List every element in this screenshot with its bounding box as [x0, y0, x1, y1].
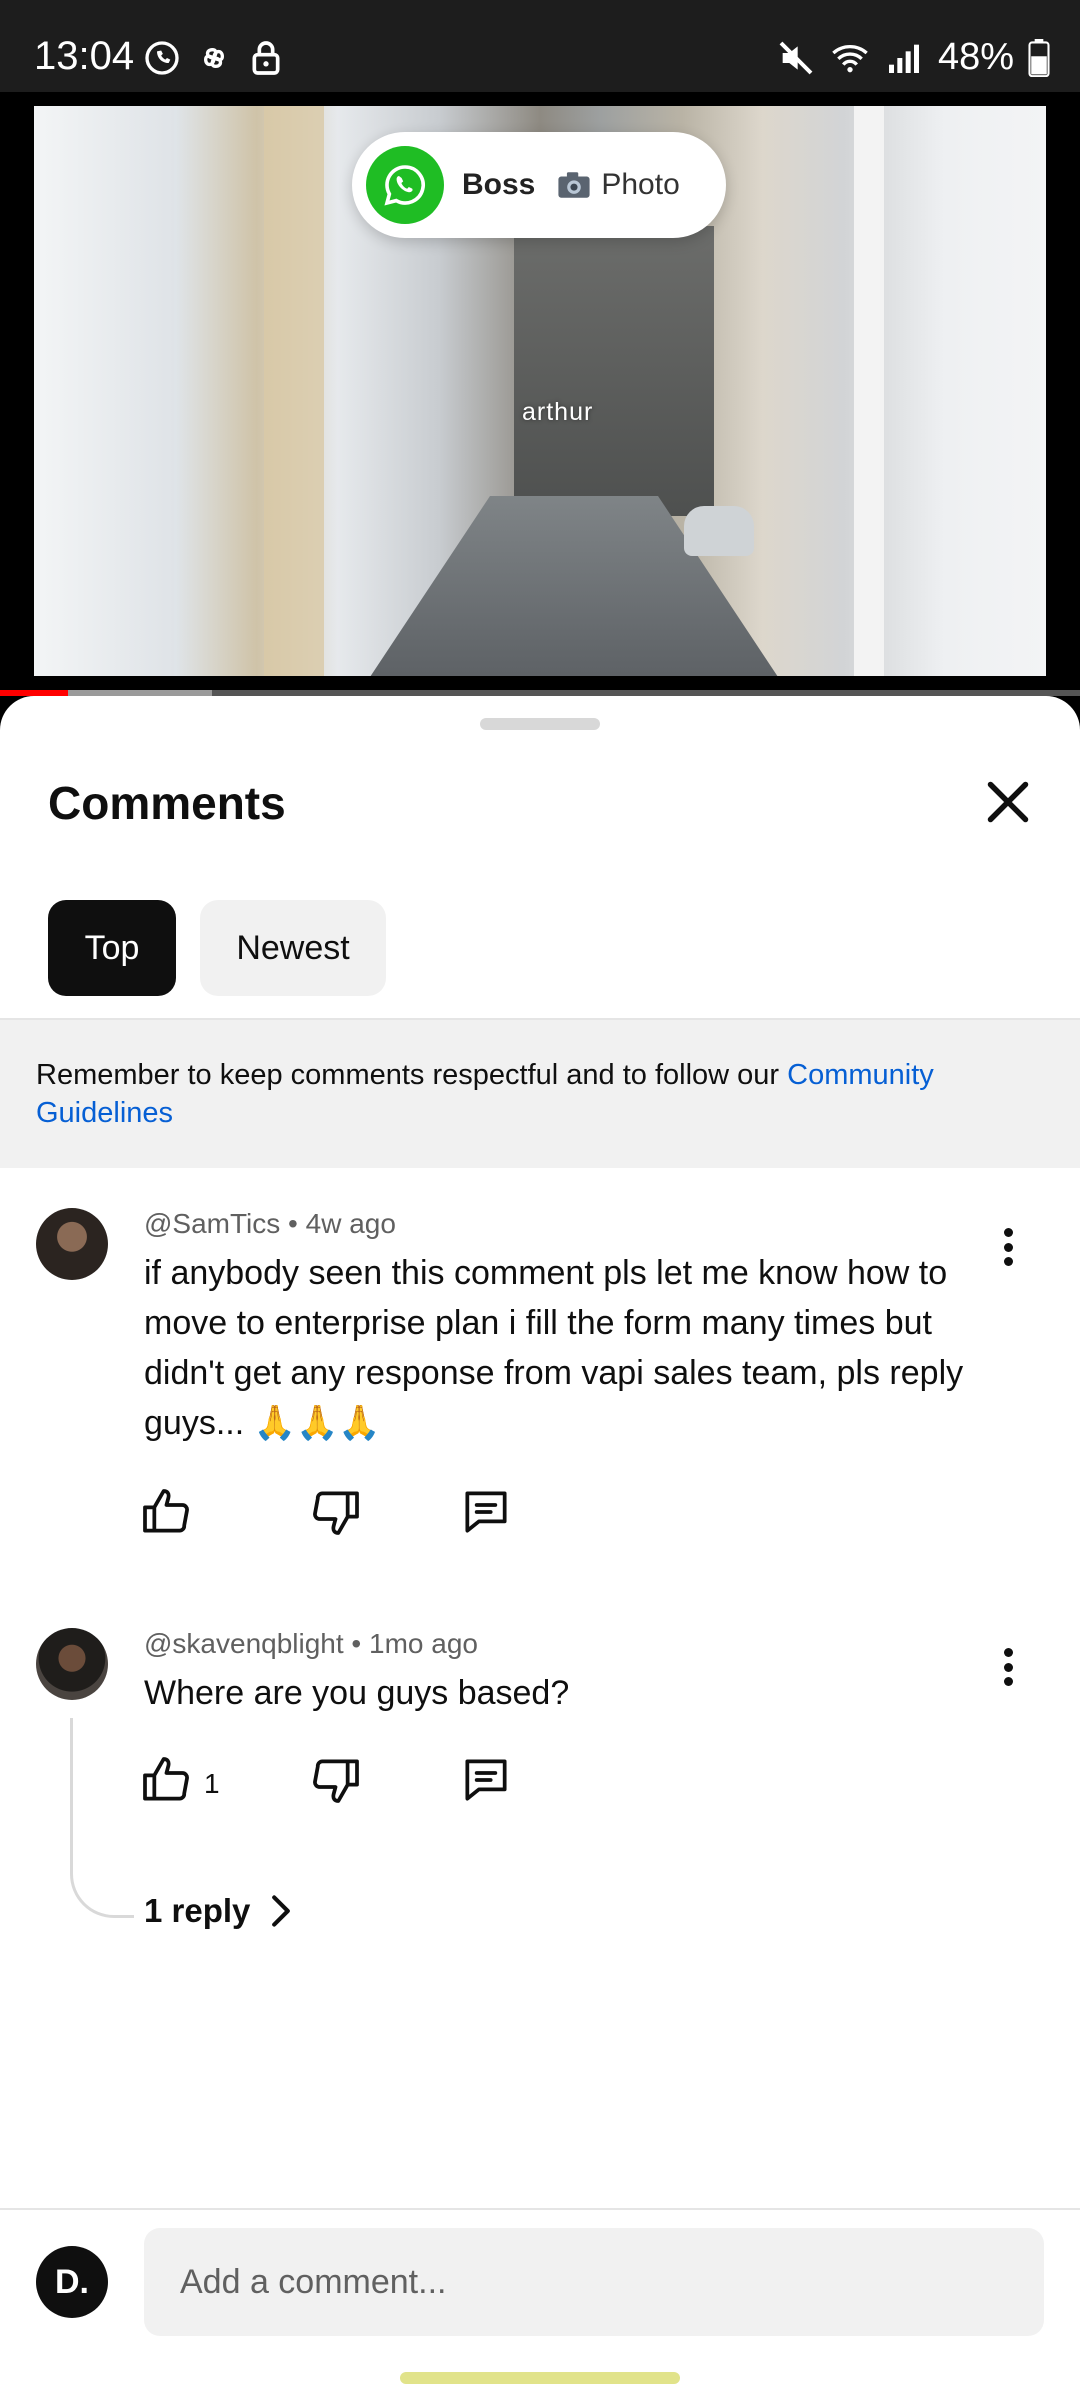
- battery-percent: 48%: [937, 36, 1014, 78]
- mute-icon: [779, 41, 813, 74]
- more-options-icon[interactable]: [990, 1642, 1026, 1692]
- comment-author[interactable]: @skavenqblight: [144, 1628, 344, 1659]
- like-icon[interactable]: [138, 1752, 194, 1808]
- reply-icon[interactable]: [458, 1484, 514, 1540]
- status-time: 13:04: [34, 34, 135, 78]
- dislike-icon[interactable]: [308, 1484, 364, 1540]
- avatar[interactable]: [36, 1208, 108, 1280]
- replies-count: 1 reply: [144, 1892, 251, 1929]
- comment-author[interactable]: @SamTics: [144, 1208, 280, 1239]
- comment-meta: @SamTics • 4w ago: [144, 1208, 396, 1239]
- guidelines-text: Remember to keep comments respectful and…: [36, 1059, 788, 1091]
- video-scene-pipe: [854, 106, 884, 676]
- chevron-right-icon: [272, 1895, 291, 1927]
- reply-icon[interactable]: [458, 1752, 514, 1808]
- comment-text: Where are you guys based?: [144, 1674, 570, 1712]
- divider: [0, 2208, 1080, 2210]
- video-overlay-label: arthur: [522, 398, 594, 426]
- guidelines-banner: Remember to keep comments respectful and…: [0, 1020, 1080, 1168]
- tab-newest[interactable]: Newest: [200, 900, 386, 996]
- avatar[interactable]: [36, 1628, 108, 1700]
- like-count: 1: [204, 1768, 220, 1799]
- notification-message-text: Photo: [601, 168, 680, 201]
- comment-meta: @skavenqblight • 1mo ago: [144, 1628, 478, 1659]
- notification-sender: Boss: [462, 168, 536, 201]
- notification-message: Photo: [557, 168, 680, 202]
- gesture-navigation-bar[interactable]: [400, 2372, 680, 2384]
- comments-sheet: Comments Top Newest Remember to keep com…: [0, 696, 1080, 2400]
- more-options-icon[interactable]: [990, 1222, 1026, 1272]
- add-comment-input[interactable]: [144, 2228, 1044, 2336]
- whatsapp-icon: [145, 41, 179, 75]
- comment-time: 1mo ago: [369, 1628, 478, 1659]
- dislike-icon[interactable]: [308, 1752, 364, 1808]
- close-icon[interactable]: [978, 772, 1038, 832]
- comments-title: Comments: [48, 777, 286, 829]
- comment-time: 4w ago: [305, 1208, 396, 1239]
- thread-line: [70, 1718, 134, 1918]
- like-icon[interactable]: [138, 1484, 194, 1540]
- pinwheel-icon: [203, 47, 225, 69]
- signal-icon: [888, 44, 919, 73]
- drag-handle[interactable]: [480, 718, 600, 730]
- video-scene-chair: [684, 506, 754, 556]
- notification-pill[interactable]: Boss Photo: [352, 132, 726, 238]
- video-scene-door: [34, 106, 174, 676]
- battery-icon: [1028, 38, 1050, 77]
- view-replies-button[interactable]: 1 reply: [144, 1892, 294, 1930]
- video-scene-corridor: [514, 226, 714, 516]
- status-icons-left: [142, 38, 286, 78]
- user-avatar[interactable]: D.: [36, 2246, 108, 2318]
- wifi-icon: [832, 44, 868, 72]
- tab-top[interactable]: Top: [48, 900, 176, 996]
- video-scene-panel: [264, 106, 324, 676]
- comment-text: if anybody seen this comment pls let me …: [144, 1254, 964, 1442]
- status-icons-right: 48%: [776, 36, 1050, 79]
- whatsapp-icon: [366, 146, 444, 224]
- status-bar: 13:04 48%: [0, 0, 1080, 92]
- lock-icon: [252, 41, 280, 75]
- camera-icon: [558, 172, 590, 198]
